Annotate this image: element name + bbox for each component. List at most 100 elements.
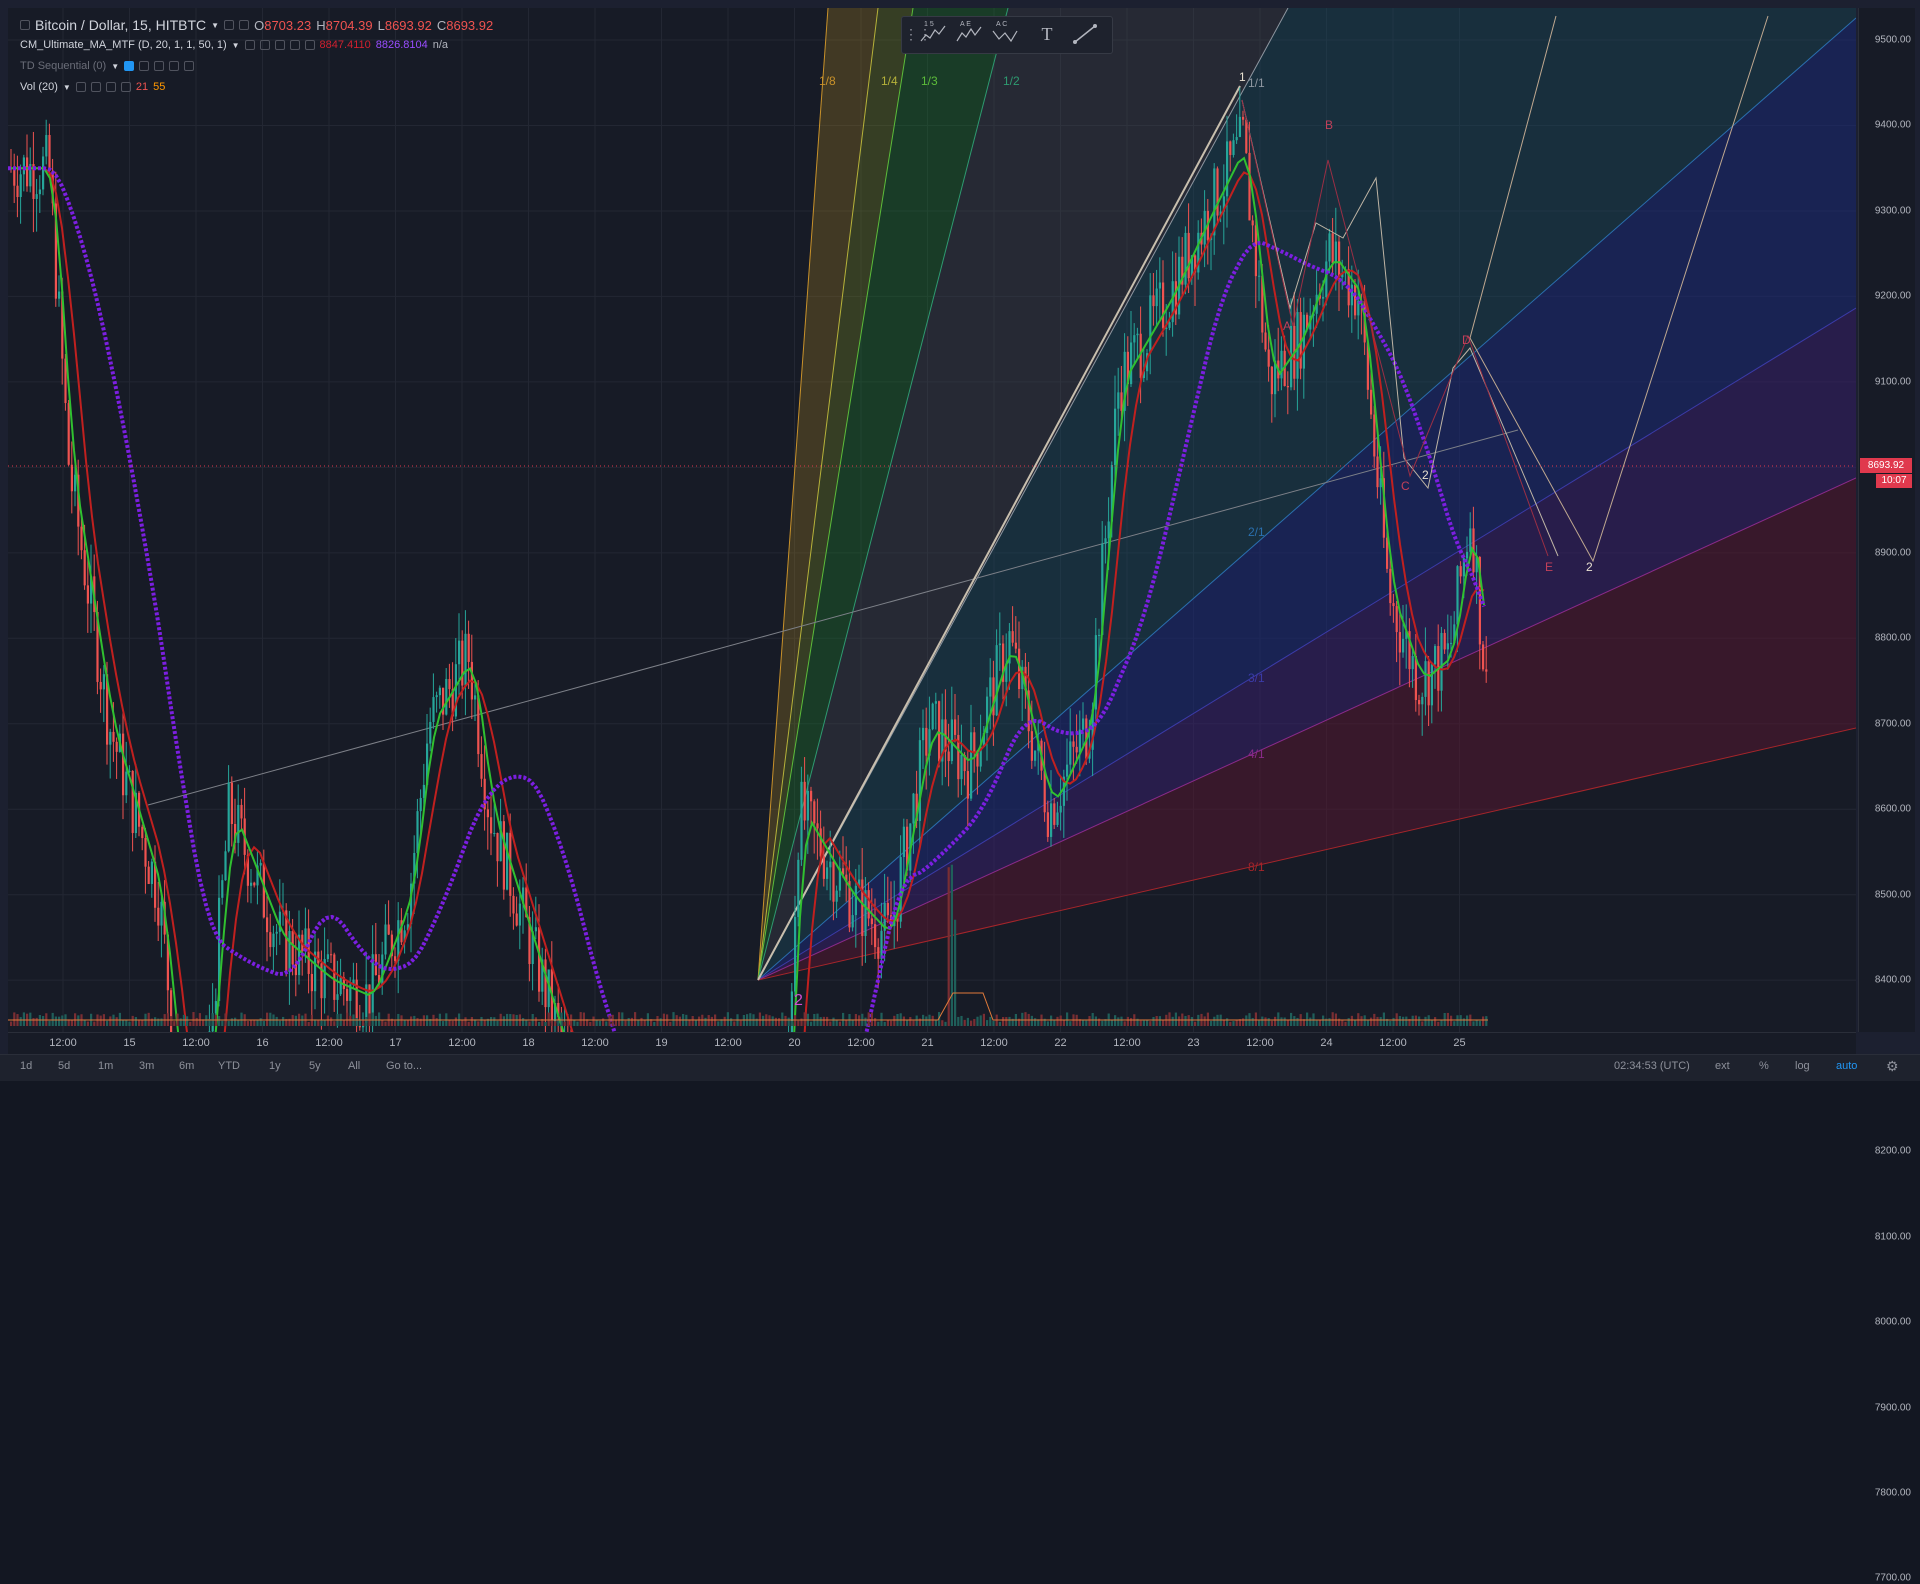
candle-body: [1130, 342, 1133, 385]
price-axis[interactable]: 9500.009400.009300.009200.009100.009000.…: [1858, 8, 1915, 1584]
volume-bar: [931, 1015, 934, 1026]
wave-abcde-icon[interactable]: A E: [954, 21, 984, 47]
chevron-down-icon[interactable]: ▼: [211, 21, 219, 30]
range-3m-button[interactable]: 3m: [139, 1060, 154, 1072]
candle-body: [931, 703, 934, 730]
close-icon[interactable]: [304, 40, 315, 50]
range-6m-button[interactable]: 6m: [179, 1060, 194, 1072]
source-icon[interactable]: [274, 40, 285, 50]
utc-clock[interactable]: 02:34:53 (UTC): [1614, 1060, 1690, 1072]
candle-body: [259, 862, 262, 866]
candle-body: [832, 861, 835, 902]
time-tick: 12:00: [581, 1037, 609, 1049]
time-axis[interactable]: 12:00 15 12:00 16 12:00 17 12:00 18 12:00 19 12:00…: [8, 1032, 1856, 1055]
settings-icon[interactable]: [259, 40, 270, 50]
trendline-icon[interactable]: [1070, 21, 1100, 47]
td-indicator-name[interactable]: TD Sequential (0): [20, 60, 106, 72]
eye-icon[interactable]: [244, 40, 255, 50]
bar-countdown: 10:07: [1876, 474, 1912, 488]
add-icon[interactable]: [105, 82, 116, 92]
volume-bar: [1206, 1012, 1209, 1026]
range-ytd-button[interactable]: YTD: [218, 1060, 240, 1072]
range-1m-button[interactable]: 1m: [98, 1060, 113, 1072]
eye-icon[interactable]: [75, 82, 86, 92]
candle-body: [1050, 803, 1053, 837]
candle-body: [806, 790, 809, 821]
candle-body: [1187, 232, 1190, 279]
range-all-button[interactable]: All: [348, 1060, 360, 1072]
collapse-legend-icon[interactable]: [20, 20, 30, 30]
volume-bar: [323, 1019, 326, 1026]
add-icon[interactable]: [169, 61, 180, 71]
volume-bar: [1184, 1015, 1187, 1026]
close-icon[interactable]: [184, 61, 195, 71]
volume-bar: [173, 1021, 176, 1026]
candle-body: [432, 697, 435, 722]
volume-bar: [118, 1012, 121, 1026]
wave-12345-icon[interactable]: 1 5: [918, 21, 948, 47]
volume-bar: [707, 1015, 710, 1026]
volume-bar: [906, 1020, 909, 1026]
wave-abcde-text: A E: [960, 21, 971, 28]
settings-icon[interactable]: [90, 82, 101, 92]
volume-bar: [154, 1017, 157, 1026]
settings-icon[interactable]: [139, 61, 150, 71]
symbol-title[interactable]: Bitcoin / Dollar, 15, HITBTC: [35, 17, 206, 33]
chart-pane[interactable]: Bitcoin / Dollar, 15, HITBTC ▼ O8703.23 …: [8, 8, 1856, 1032]
ma-indicator-name[interactable]: CM_Ultimate_MA_MTF (D, 20, 1, 1, 50, 1): [20, 39, 227, 51]
range-1y-button[interactable]: 1y: [269, 1060, 281, 1072]
range-1d-button[interactable]: 1d: [20, 1060, 32, 1072]
volume-bar: [266, 1012, 269, 1026]
candle-body: [330, 954, 333, 956]
volume-bar: [557, 1019, 560, 1026]
volume-bar: [1309, 1017, 1312, 1026]
auto-toggle[interactable]: auto: [1836, 1060, 1857, 1072]
wave-abc-icon[interactable]: A C: [990, 21, 1020, 47]
volume-bar: [1059, 1015, 1062, 1026]
volume-bar: [426, 1015, 429, 1026]
bottom-toolbar: 1d 5d 1m 3m 6m YTD 1y 5y All Go to... 02…: [0, 1054, 1920, 1081]
time-tick: 12:00: [847, 1037, 875, 1049]
ext-toggle[interactable]: ext: [1715, 1060, 1730, 1072]
volume-bars: [8, 864, 1488, 1026]
source-icon[interactable]: [154, 61, 165, 71]
candle-body: [877, 947, 880, 959]
volume-bar: [826, 1016, 829, 1026]
range-5y-button[interactable]: 5y: [309, 1060, 321, 1072]
add-icon[interactable]: [289, 40, 300, 50]
text-tool-icon[interactable]: T: [1032, 21, 1062, 47]
candle-body: [1270, 366, 1273, 395]
gear-icon[interactable]: ⚙: [1886, 1058, 1899, 1075]
volume-bar: [269, 1012, 272, 1026]
vol-indicator-name[interactable]: Vol (20): [20, 81, 58, 93]
candle-body: [67, 403, 70, 465]
price-tick: 8200.00: [1874, 1145, 1911, 1157]
candle-body: [387, 924, 390, 935]
log-toggle[interactable]: log: [1795, 1060, 1810, 1072]
candle-body: [394, 956, 397, 961]
eye-hidden-icon[interactable]: [124, 61, 135, 71]
volume-bar: [522, 1017, 525, 1026]
volume-bar: [406, 1019, 409, 1026]
candle-body: [995, 645, 998, 716]
settings-icon[interactable]: [224, 20, 235, 30]
chart-canvas[interactable]: [8, 8, 1856, 1032]
candle-body: [464, 633, 467, 686]
chevron-down-icon[interactable]: ▼: [232, 41, 240, 50]
price-tick: 9400.00: [1874, 119, 1911, 131]
chevron-down-icon[interactable]: ▼: [111, 62, 119, 71]
volume-bar: [1376, 1016, 1379, 1026]
range-5d-button[interactable]: 5d: [58, 1060, 70, 1072]
time-tick: 12:00: [49, 1037, 77, 1049]
volume-bar: [1379, 1017, 1382, 1026]
percent-toggle[interactable]: %: [1759, 1060, 1769, 1072]
goto-button[interactable]: Go to...: [386, 1060, 422, 1072]
chevron-down-icon[interactable]: ▼: [63, 83, 71, 92]
volume-bar: [973, 1019, 976, 1026]
volume-bar: [883, 1021, 886, 1026]
volume-bar: [1264, 1017, 1267, 1026]
eye-icon[interactable]: [239, 20, 250, 30]
close-icon[interactable]: [120, 82, 131, 92]
drag-handle-icon[interactable]: ⋮⋮: [904, 21, 932, 47]
price-tick: 7800.00: [1874, 1487, 1911, 1499]
